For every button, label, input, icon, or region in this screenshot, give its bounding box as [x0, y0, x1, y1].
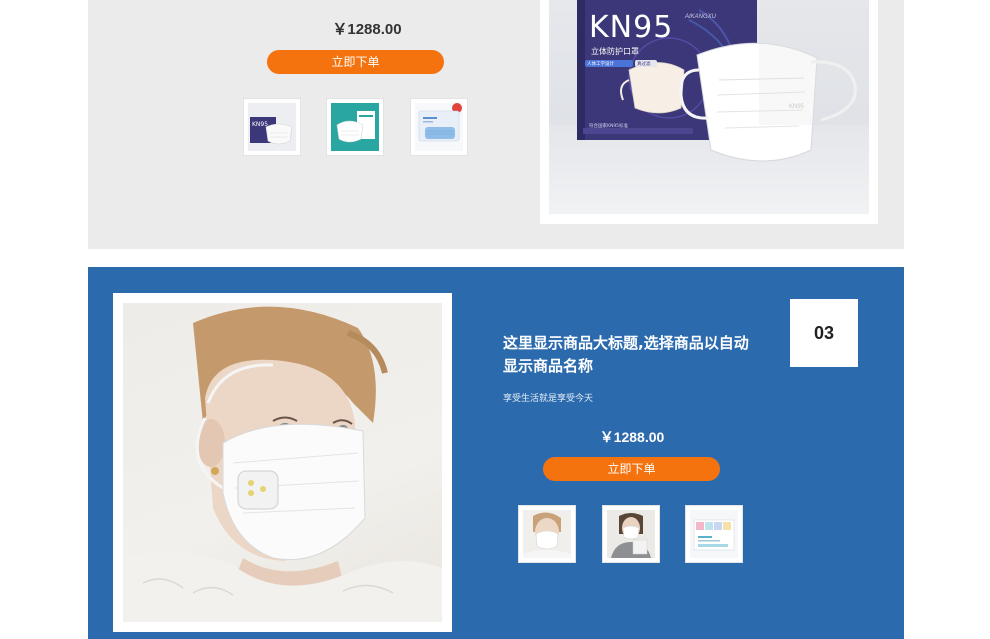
product-subtitle: 享受生活就是享受今天: [503, 394, 594, 404]
product-title: 这里显示商品大标题,选择商品以自动显示商品名称: [503, 334, 749, 375]
thumbnail-image: [415, 103, 463, 151]
thumbnail-image: KN95: [248, 103, 296, 151]
main-product-image[interactable]: KN95 AIKANGXU 立体防护口罩 人体工学设计 真过滤 符合国家KN95…: [549, 0, 869, 214]
product-section-03: 这里显示商品大标题,选择商品以自动显示商品名称 享受生活就是享受今天 ￥1288…: [88, 267, 904, 639]
thumb-teal-mask-box[interactable]: [326, 98, 384, 156]
main-image-frame: KN95 AIKANGXU 立体防护口罩 人体工学设计 真过滤 符合国家KN95…: [540, 0, 878, 224]
box-footer: 符合国家KN95标准: [589, 124, 629, 129]
box-badge: 人体工学设计: [587, 62, 614, 67]
thumb-colored-mask-box[interactable]: [685, 505, 743, 563]
product-price: ￥1288.00: [599, 429, 665, 445]
box-badge-2: 真过滤: [637, 62, 651, 67]
mask-print: KN95: [789, 104, 805, 110]
page: ￥1288.00 立即下单 KN95 KN95 AIKANGXU 立体防护口罩 …: [0, 0, 990, 639]
main-product-image[interactable]: [123, 303, 442, 622]
order-now-button[interactable]: 立即下单: [543, 457, 720, 481]
thumb-kn95-box[interactable]: KN95: [243, 98, 301, 156]
box-brand-text: KN95: [589, 10, 674, 45]
box-caption: 立体防护口罩: [591, 47, 639, 56]
box-brand-sub: AIKANGXU: [685, 14, 717, 20]
thumbnail-image: [523, 510, 571, 558]
thumb-blue-mask-pack[interactable]: [410, 98, 468, 156]
product-price: ￥1288.00: [332, 21, 402, 38]
thumb-woman-holding-mask[interactable]: [602, 505, 660, 563]
section-index-badge: 03: [790, 299, 858, 367]
main-image-frame: [113, 293, 452, 632]
thumb-woman-mask[interactable]: [518, 505, 576, 563]
thumbnail-image: [331, 103, 379, 151]
product-section-02: ￥1288.00 立即下单 KN95 KN95 AIKANGXU 立体防护口罩 …: [88, 0, 904, 249]
thumbnail-image: [690, 510, 738, 558]
thumbnail-image: [607, 510, 655, 558]
order-now-button[interactable]: 立即下单: [267, 50, 444, 74]
